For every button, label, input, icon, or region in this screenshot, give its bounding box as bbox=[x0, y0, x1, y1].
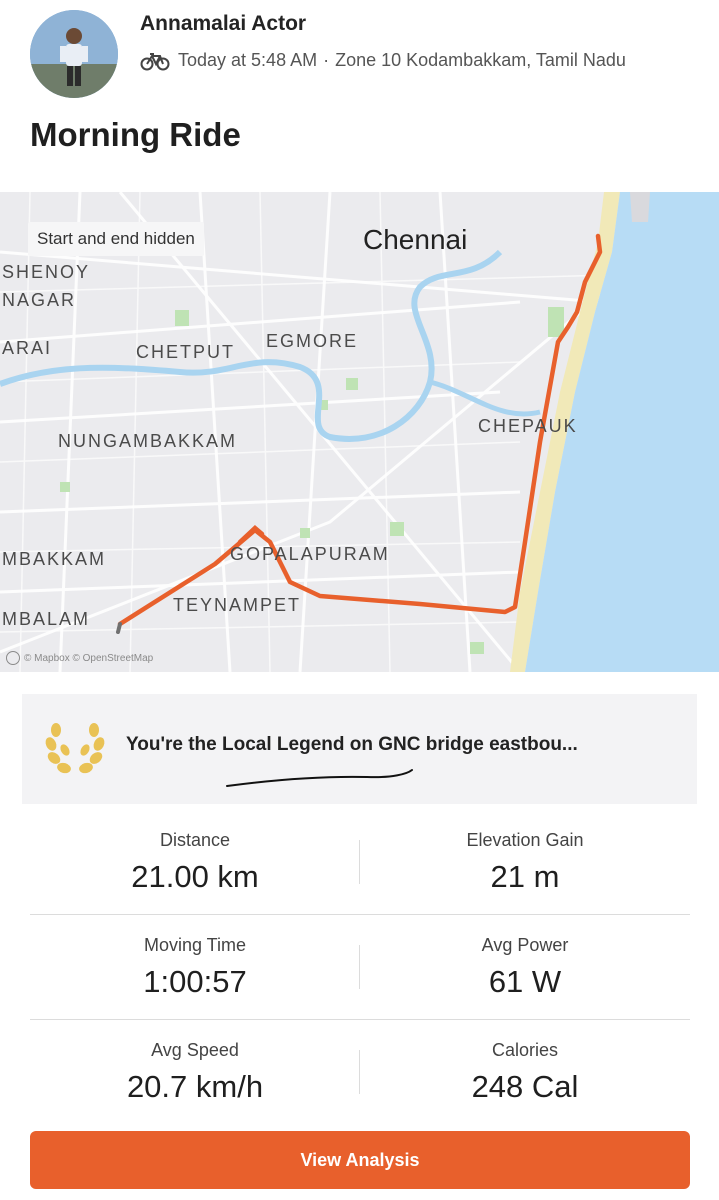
activity-location: Zone 10 Kodambakkam, Tamil Nadu bbox=[335, 50, 626, 70]
stats-row: Avg Speed 20.7 km/h Calories 248 Cal bbox=[30, 1020, 690, 1124]
stat-calories: Calories 248 Cal bbox=[360, 1020, 690, 1105]
map-label-city: Chennai bbox=[363, 224, 468, 255]
map-label-shenoy: SHENOY bbox=[2, 262, 91, 282]
stat-label: Calories bbox=[491, 1040, 559, 1060]
stats-row: Moving Time 1:00:57 Avg Power 61 W bbox=[30, 915, 690, 1020]
stat-value: 1:00:57 bbox=[143, 964, 247, 999]
stat-label: Distance bbox=[159, 830, 231, 850]
athlete-name[interactable]: Annamalai Actor bbox=[140, 12, 306, 36]
privacy-chip: Start and end hidden bbox=[28, 222, 204, 256]
stat-label: Elevation Gain bbox=[466, 830, 584, 850]
map-label-egmore: EGMORE bbox=[266, 331, 359, 351]
stat-value: 20.7 km/h bbox=[126, 1069, 264, 1104]
activity-title: Morning Ride bbox=[30, 116, 241, 153]
stat-label: Avg Power bbox=[481, 935, 569, 955]
map-label-mbakkam: MBAKKAM bbox=[2, 549, 107, 569]
map-attribution[interactable]: © Mapbox © OpenStreetMap bbox=[6, 651, 153, 665]
map-label-chepauk: CHEPAUK bbox=[478, 416, 578, 436]
map-label-nagar: NAGAR bbox=[2, 290, 77, 310]
stat-label: Moving Time bbox=[143, 935, 247, 955]
map-attribution-text: © Mapbox © OpenStreetMap bbox=[24, 652, 154, 664]
mapbox-logo-icon bbox=[6, 651, 20, 665]
stat-value: 21.00 km bbox=[131, 859, 259, 894]
bicycle-icon bbox=[140, 52, 170, 70]
stat-distance: Distance 21.00 km bbox=[30, 810, 360, 895]
route-map[interactable]: Start and end hidden Chennai SHENOY NAGA… bbox=[0, 192, 719, 672]
stat-value: 61 W bbox=[488, 964, 562, 999]
stat-avg-speed: Avg Speed 20.7 km/h bbox=[30, 1020, 360, 1105]
map-label-mbalam: MBALAM bbox=[2, 609, 91, 629]
stat-moving-time: Moving Time 1:00:57 bbox=[30, 915, 360, 1000]
meta-separator: · bbox=[323, 50, 330, 70]
activity-time: Today at 5:48 AM bbox=[178, 50, 318, 70]
stat-elevation-gain: Elevation Gain 21 m bbox=[360, 810, 690, 895]
local-legend-banner[interactable]: You're the Local Legend on GNC bridge ea… bbox=[22, 694, 697, 804]
stats-grid: Distance 21.00 km Elevation Gain 21 m Mo… bbox=[30, 810, 690, 1124]
activity-header: Annamalai Actor Today at 5:48 AM · Zone … bbox=[0, 0, 719, 110]
map-label-gopalapuram: GOPALAPURAM bbox=[230, 544, 390, 564]
stat-label: Avg Speed bbox=[151, 1040, 239, 1060]
stat-avg-power: Avg Power 61 W bbox=[360, 915, 690, 1000]
stat-value: 21 m bbox=[490, 859, 560, 894]
stat-value: 248 Cal bbox=[471, 1069, 579, 1104]
activity-meta: Today at 5:48 AM · Zone 10 Kodambakkam, … bbox=[140, 50, 626, 71]
map-label-nungambakkam: NUNGAMBAKKAM bbox=[58, 431, 238, 451]
map-label-teynampet: TEYNAMPET bbox=[173, 595, 302, 615]
view-analysis-button[interactable]: View Analysis bbox=[30, 1131, 690, 1189]
avatar[interactable] bbox=[30, 10, 118, 98]
handwritten-underline bbox=[226, 769, 413, 787]
map-label-chetput: CHETPUT bbox=[136, 342, 235, 362]
stats-row: Distance 21.00 km Elevation Gain 21 m bbox=[30, 810, 690, 915]
map-label-arai: ARAI bbox=[2, 338, 53, 358]
